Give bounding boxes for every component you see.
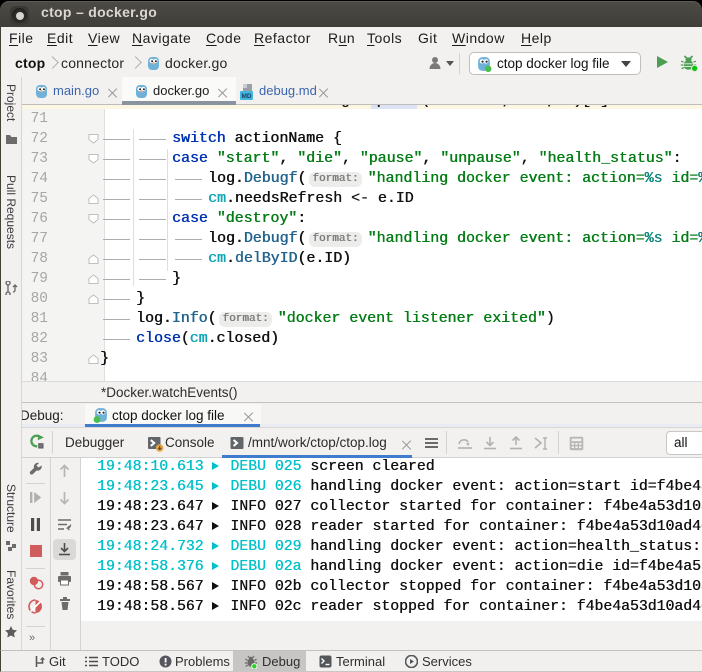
svg-text:MD: MD — [241, 93, 251, 100]
